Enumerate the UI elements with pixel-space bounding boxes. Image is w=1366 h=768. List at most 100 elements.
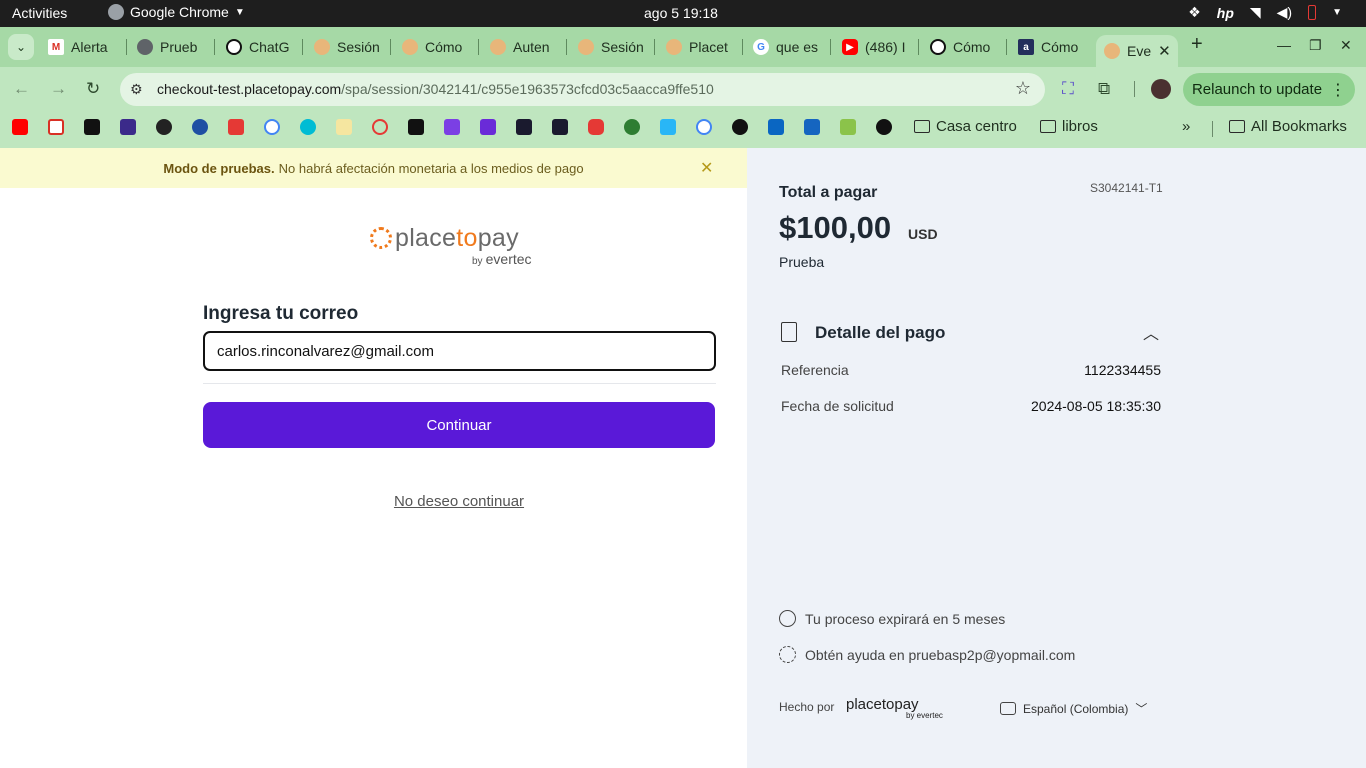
hex-bookmark-icon[interactable]	[732, 119, 748, 135]
network-bookmark-icon[interactable]	[804, 119, 820, 135]
site-info-icon[interactable]: ⚙	[130, 81, 143, 98]
tab-label: Cómo	[953, 39, 991, 55]
app-menu[interactable]: Google Chrome ▼	[108, 4, 245, 20]
help-note: Obtén ayuda en pruebasp2p@yopmail.com	[779, 646, 1075, 663]
tab-label: que es	[776, 39, 819, 55]
tab[interactable]: Cómo	[402, 35, 468, 59]
github-bookmark-icon[interactable]	[876, 119, 892, 135]
tab[interactable]: M Alerta	[48, 35, 116, 59]
maximize-button[interactable]: ❐	[1309, 37, 1322, 54]
google2-bookmark-icon[interactable]	[696, 119, 712, 135]
relaunch-button[interactable]: Relaunch to update ⋮	[1183, 73, 1355, 106]
tab-label: Cómo	[1041, 39, 1079, 55]
more-bookmarks-button[interactable]: »	[1182, 118, 1190, 135]
reload-button[interactable]: ↻	[86, 79, 100, 99]
logo-by: by	[472, 256, 483, 267]
forward-button[interactable]: →	[50, 79, 67, 99]
bookmark-folder[interactable]: libros	[1040, 118, 1098, 135]
minimize-button[interactable]: —	[1277, 37, 1291, 53]
tab[interactable]: Prueb	[137, 35, 205, 59]
dev-bookmark-icon[interactable]	[156, 119, 172, 135]
help-text[interactable]: Obtén ayuda en pruebasp2p@yopmail.com	[805, 647, 1075, 663]
wave-bookmark-icon[interactable]	[660, 119, 676, 135]
tab-label: Eve	[1127, 43, 1152, 59]
a-bookmark-icon[interactable]	[516, 119, 532, 135]
bookmark-folder[interactable]: Casa centro	[914, 118, 1017, 135]
tab-divider	[390, 39, 391, 55]
tab[interactable]: Cómo	[930, 35, 996, 59]
tab-divider	[1006, 39, 1007, 55]
r-bookmark-icon[interactable]	[408, 119, 424, 135]
tab[interactable]: a Cómo	[1018, 35, 1084, 59]
currency: USD	[908, 226, 938, 242]
chevron-down-icon: ﹀	[1135, 702, 1148, 716]
tab-label: (486) I	[865, 39, 906, 55]
tab[interactable]: Sesión	[578, 35, 644, 59]
oracle2-bookmark-icon[interactable]	[588, 119, 604, 135]
dropbox-icon: ❖	[1188, 4, 1201, 20]
linkedin-bookmark-icon[interactable]	[768, 119, 784, 135]
clickup-bookmark-icon[interactable]	[444, 119, 460, 135]
site-a-icon: a	[1018, 39, 1034, 55]
tab-label: Prueb	[160, 39, 198, 55]
close-banner-icon[interactable]: ✕	[700, 158, 713, 178]
detail-label: Referencia	[781, 362, 849, 378]
a2-bookmark-icon[interactable]	[552, 119, 568, 135]
continue-button[interactable]: Continuar	[203, 402, 715, 448]
code-bookmark-icon[interactable]	[84, 119, 100, 135]
chevron-up-icon[interactable]: ︿	[1143, 320, 1159, 344]
app-bookmark-icon[interactable]	[480, 119, 496, 135]
bookmark-star-icon[interactable]: ☆	[1015, 78, 1031, 99]
language-selector[interactable]: Español (Colombia) ﹀	[1000, 700, 1147, 717]
uni-bookmark-icon[interactable]	[192, 119, 208, 135]
translate-extension-icon[interactable]: ⛶	[1062, 79, 1074, 99]
activities-button[interactable]: Activities	[12, 5, 67, 21]
youtube-bookmark-icon[interactable]	[12, 119, 28, 135]
tab-divider	[214, 39, 215, 55]
folder-label: Casa centro	[936, 118, 1017, 135]
cup-bookmark-icon[interactable]	[336, 119, 352, 135]
placetopay-icon	[666, 39, 682, 55]
c-bookmark-icon[interactable]	[300, 119, 316, 135]
cube-bookmark-icon[interactable]	[840, 119, 856, 135]
address-bar[interactable]: ⚙ checkout-test.placetopay.com/spa/sessi…	[120, 73, 1045, 106]
banner-text: No habrá afectación monetaria a los medi…	[278, 160, 584, 176]
tab-search-button[interactable]: ⌄	[8, 34, 34, 60]
system-tray[interactable]: ❖ hp ◥ ◀) ▼	[1188, 4, 1342, 21]
new-tab-button[interactable]: +	[1191, 33, 1203, 56]
oracle-bookmark-icon[interactable]	[372, 119, 388, 135]
email-input[interactable]	[203, 331, 716, 371]
tab[interactable]: Auten	[490, 35, 556, 59]
volume-icon: ◀)	[1276, 4, 1293, 20]
google-bookmark-icon[interactable]	[264, 119, 280, 135]
tab[interactable]: ChatG	[226, 35, 290, 59]
logo-to: to	[456, 224, 478, 252]
tab-active[interactable]: Eve ✕	[1096, 35, 1178, 67]
url-text[interactable]: checkout-test.placetopay.com/spa/session…	[157, 81, 714, 97]
detail-title[interactable]: Detalle del pago	[815, 323, 945, 343]
tab[interactable]: ▶ (486) I	[842, 35, 906, 59]
tab[interactable]: Placet	[666, 35, 732, 59]
folder-icon	[914, 120, 930, 133]
hp-icon: hp	[1216, 4, 1234, 21]
back-button[interactable]: ←	[13, 79, 30, 99]
close-window-button[interactable]: ✕	[1340, 37, 1352, 54]
logo-pay: pay	[477, 224, 519, 252]
clock[interactable]: ago 5 19:18	[644, 5, 718, 21]
ai-bookmark-icon[interactable]	[120, 119, 136, 135]
tab-label: Placet	[689, 39, 728, 55]
rocket-bookmark-icon[interactable]	[624, 119, 640, 135]
battery-icon	[1308, 5, 1317, 20]
gmail-bookmark-icon[interactable]	[48, 119, 64, 135]
language-label: Español (Colombia)	[1023, 701, 1129, 716]
tab[interactable]: G que es	[753, 35, 819, 59]
tab-divider	[126, 39, 127, 55]
close-tab-icon[interactable]: ✕	[1158, 42, 1171, 60]
google-icon: G	[753, 39, 769, 55]
tab[interactable]: Sesión	[314, 35, 380, 59]
profile-avatar[interactable]	[1151, 79, 1171, 99]
more-menu-icon[interactable]: ⋮	[1330, 80, 1346, 100]
t-bookmark-icon[interactable]	[228, 119, 244, 135]
extensions-puzzle-icon[interactable]: ⧉	[1098, 79, 1110, 99]
all-bookmarks-button[interactable]: All Bookmarks	[1229, 118, 1347, 135]
